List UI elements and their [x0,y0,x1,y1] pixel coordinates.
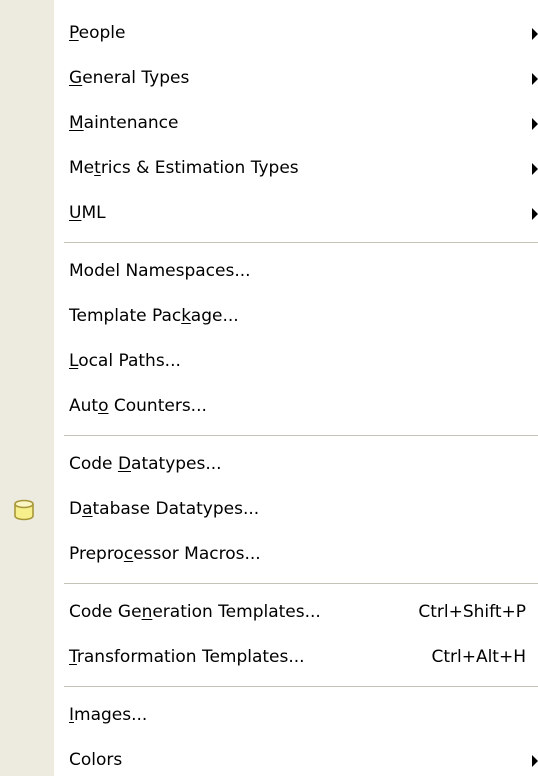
submenu-arrow-icon [532,28,538,40]
menu-separator [0,430,538,443]
menu-item-shortcut: Ctrl+Alt+H [431,647,526,667]
menu-item-label: Preprocessor Macros... [69,544,261,564]
menu-item-template-package[interactable]: Template Package... [0,295,538,340]
menu-item-database-datatypes[interactable]: Database Datatypes... [0,488,538,533]
menu-item-general-types[interactable]: General Types [0,57,538,102]
menu-item-label: Local Paths... [69,351,181,371]
menu-item-label: Transformation Templates... [69,647,305,667]
menu-item-maintenance[interactable]: Maintenance [0,102,538,147]
menu-item-label: Maintenance [69,113,179,133]
menu-item-metrics-estimation-types[interactable]: Metrics & Estimation Types [0,147,538,192]
menu-item-label: Model Namespaces... [69,261,251,281]
submenu-arrow-icon [532,208,538,220]
menu-item-local-paths[interactable]: Local Paths... [0,340,538,385]
menu-item-label: Colors [69,750,123,770]
menu-item-shortcut: Ctrl+Shift+P [418,602,526,622]
menu-item-label: People [69,23,126,43]
submenu-arrow-icon [532,163,538,175]
menu-item-colors[interactable]: Colors [0,739,538,776]
submenu-arrow-icon [532,118,538,130]
menu-item-label: Template Package... [69,306,239,326]
menu-item-uml[interactable]: UML [0,192,538,237]
menu-item-model-namespaces[interactable]: Model Namespaces... [0,250,538,295]
menu-separator [0,681,538,694]
menu-items: People General Types Maintenance Metrics… [0,12,538,776]
menu-separator [0,237,538,250]
submenu-arrow-icon [532,73,538,85]
submenu-arrow-icon [532,755,538,767]
menu-item-code-datatypes[interactable]: Code Datatypes... [0,443,538,488]
menu-item-images[interactable]: Images... [0,694,538,739]
menu-item-label: Images... [69,705,148,725]
menu-item-preprocessor-macros[interactable]: Preprocessor Macros... [0,533,538,578]
context-menu: People General Types Maintenance Metrics… [0,0,538,776]
menu-item-auto-counters[interactable]: Auto Counters... [0,385,538,430]
menu-item-label: Database Datatypes... [69,499,260,519]
menu-item-transformation-templates[interactable]: Transformation Templates... Ctrl+Alt+H [0,636,538,681]
menu-item-label: Auto Counters... [69,396,207,416]
menu-item-label: General Types [69,68,190,88]
menu-item-label: Metrics & Estimation Types [69,158,299,178]
database-icon [12,498,36,522]
menu-item-label: Code Generation Templates... [69,602,321,622]
menu-item-label: Code Datatypes... [69,454,222,474]
menu-separator [0,578,538,591]
menu-item-label: UML [69,203,106,223]
menu-item-code-generation-templates[interactable]: Code Generation Templates... Ctrl+Shift+… [0,591,538,636]
menu-item-people[interactable]: People [0,12,538,57]
